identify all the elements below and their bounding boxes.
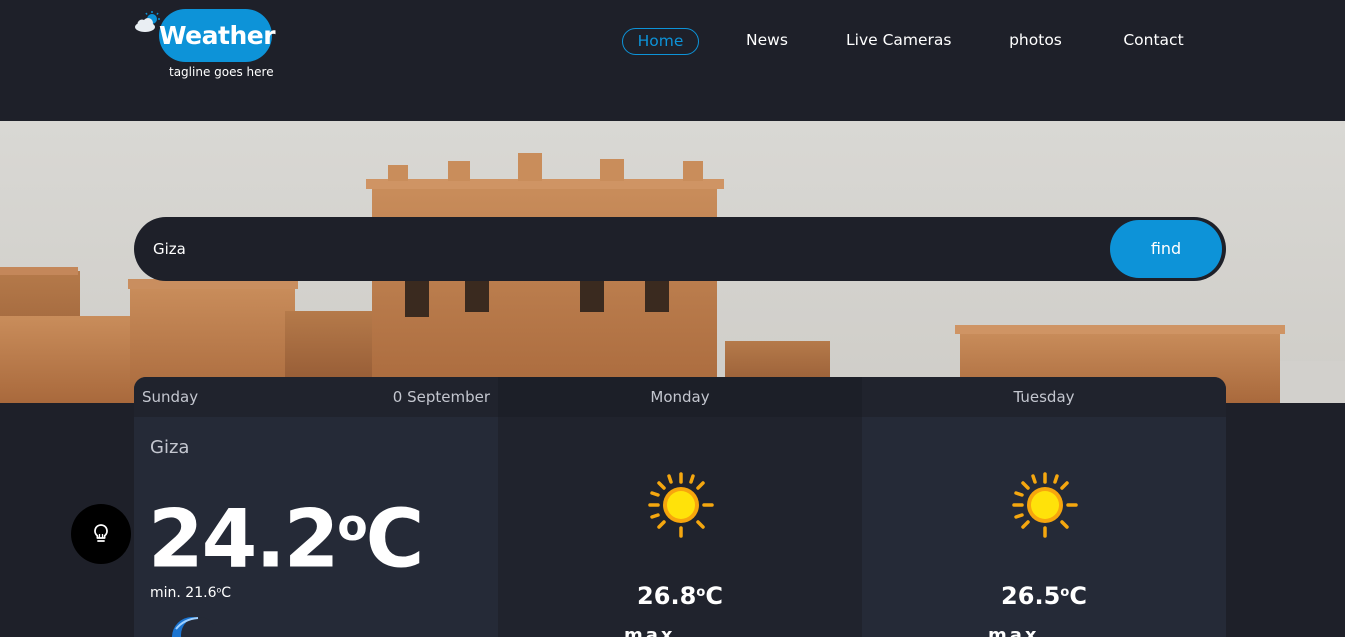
temperature-unit: C xyxy=(705,582,723,610)
forecast-card-tuesday: Tuesday 26.5oC max xyxy=(862,377,1226,637)
main-nav: Home News Live Cameras photos Contact xyxy=(0,28,1345,55)
day-name: Tuesday xyxy=(1013,388,1075,406)
forecast-card-today: Sunday 0 September Giza 24.2oC min. 21.6… xyxy=(134,377,498,637)
search-bar: find xyxy=(134,217,1226,281)
max-label: max xyxy=(988,627,1100,637)
logo-tagline: tagline goes here xyxy=(169,65,274,79)
nav-item-contact[interactable]: Contact xyxy=(1120,28,1187,55)
lightbulb-icon xyxy=(94,524,108,542)
forecast-panel: Sunday 0 September Giza 24.2oC min. 21.6… xyxy=(134,377,1226,637)
day-name: Sunday xyxy=(142,388,199,406)
nav-item-news[interactable]: News xyxy=(740,28,794,55)
max-temperature-label: max xyxy=(624,627,736,637)
min-temperature-unit: C xyxy=(221,585,231,601)
nav-item-live-cameras[interactable]: Live Cameras xyxy=(846,28,951,55)
city-name: Giza xyxy=(150,437,190,458)
tip-button[interactable] xyxy=(71,504,131,564)
degree-sign: o xyxy=(337,500,367,551)
day-name: Monday xyxy=(650,388,710,406)
search-input[interactable] xyxy=(134,217,1104,281)
min-temperature: min. 21.6oC xyxy=(150,585,231,601)
moon-icon xyxy=(172,617,214,637)
nav-item-home[interactable]: Home xyxy=(622,28,699,55)
degree-sign: o xyxy=(696,585,706,601)
min-temperature-value: min. 21.6 xyxy=(150,585,217,601)
hero-banner: find xyxy=(0,121,1345,403)
card-header: Sunday 0 September xyxy=(134,377,498,417)
temperature-unit: C xyxy=(365,492,425,586)
degree-sign: o xyxy=(1060,585,1070,601)
day-temperature: 26.8oC xyxy=(498,582,862,610)
temperature-value: 26.5 xyxy=(1001,582,1061,610)
card-header: Tuesday xyxy=(862,377,1226,417)
site-header: Weather tagline goes here Home News Live… xyxy=(0,0,1345,121)
temperature-unit: C xyxy=(1069,582,1087,610)
max-temperature-label: max xyxy=(988,627,1100,637)
sun-icon xyxy=(1012,472,1078,538)
day-temperature: 26.5oC xyxy=(862,582,1226,610)
find-button[interactable]: find xyxy=(1110,220,1222,278)
max-label: max xyxy=(624,627,736,637)
date-label: 0 September xyxy=(392,388,490,406)
forecast-card-monday: Monday 26.8oC max xyxy=(498,377,862,637)
temperature-value: 26.8 xyxy=(637,582,697,610)
current-temperature: 24.2oC xyxy=(148,481,425,586)
temperature-value: 24.2 xyxy=(148,492,339,586)
nav-item-photos[interactable]: photos xyxy=(1003,28,1068,55)
card-header: Monday xyxy=(498,377,862,417)
sun-icon xyxy=(648,472,714,538)
